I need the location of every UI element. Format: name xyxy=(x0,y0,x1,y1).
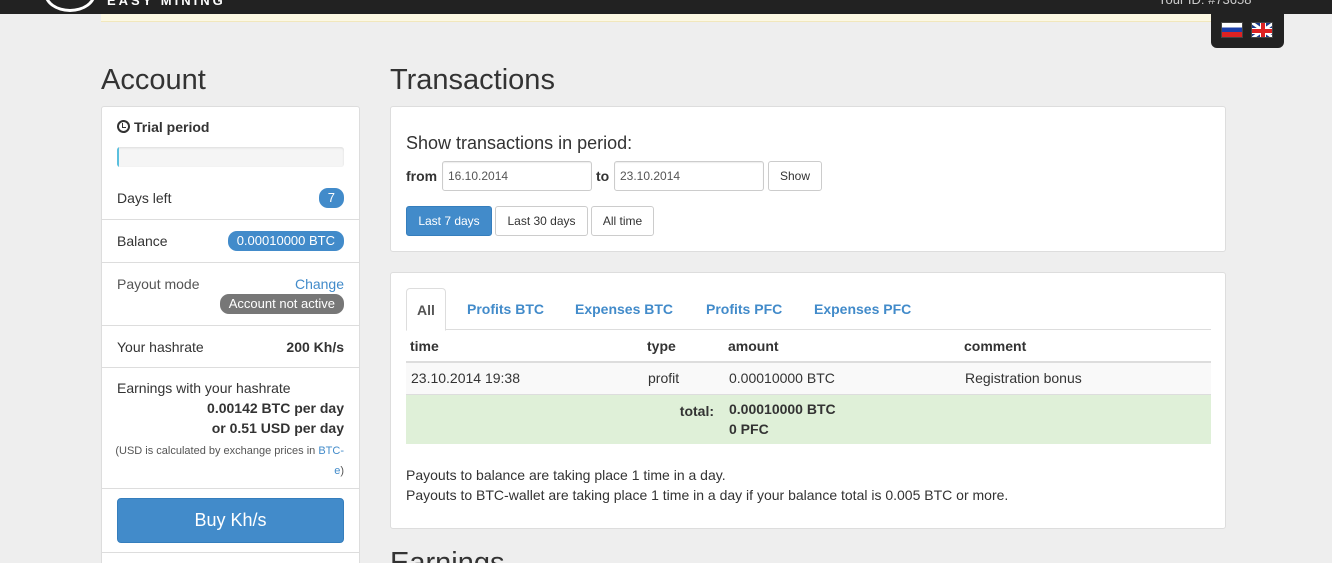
total-values: 0.00010000 BTC 0 PFC xyxy=(724,393,960,444)
payout-note-wallet: Payouts to BTC-wallet are taking place 1… xyxy=(406,487,1009,503)
days-left-badge: 7 xyxy=(318,188,344,208)
tab-expenses-btc[interactable]: Expenses BTC xyxy=(565,288,683,330)
user-id: Your ID: #73658 xyxy=(1158,0,1251,8)
cell-comment: Registration bonus xyxy=(960,361,1211,394)
brand-name[interactable]: EASY MINING xyxy=(107,0,226,9)
payout-note-balance: Payouts to balance are taking place 1 ti… xyxy=(406,467,726,483)
balance-badge: 0.00010000 BTC xyxy=(227,231,344,251)
top-navbar: EASY MINING Your ID: #73658 xyxy=(0,0,1332,14)
account-heading: Account xyxy=(101,64,206,96)
days-left-label: Days left xyxy=(117,190,172,206)
total-row: total: 0.00010000 BTC 0 PFC xyxy=(406,393,1211,444)
transactions-table: time type amount comment 23.10.2014 19:3… xyxy=(406,330,1211,444)
last-30-days-button[interactable]: Last 30 days xyxy=(495,206,588,236)
col-amount: amount xyxy=(724,330,960,363)
clock-icon xyxy=(117,120,130,133)
table-header-row: time type amount comment xyxy=(406,330,1211,363)
from-label: from xyxy=(406,168,438,184)
tab-profits-pfc[interactable]: Profits PFC xyxy=(696,288,792,330)
show-button[interactable]: Show xyxy=(768,161,822,191)
ru-flag-icon[interactable] xyxy=(1221,22,1243,38)
notice-strip xyxy=(101,14,1225,22)
col-type: type xyxy=(643,330,724,363)
account-panel: Trial period Days left 7 Balance 0.00010… xyxy=(101,106,360,563)
trial-progress-bar xyxy=(117,147,344,167)
exchange-note-suffix: ) xyxy=(340,465,344,477)
account-status-badge: Account not active xyxy=(219,294,344,314)
payout-mode-row: Payout mode Change Account not active xyxy=(102,263,359,326)
balance-label: Balance xyxy=(117,233,168,249)
earnings-btc-per-day: 0.00142 BTC per day xyxy=(207,400,344,416)
exchange-note: (USD is calculated by exchange prices in… xyxy=(114,441,344,481)
cell-time: 23.10.2014 19:38 xyxy=(406,361,643,394)
earnings-usd-per-day: or 0.51 USD per day xyxy=(211,420,344,436)
table-row: 23.10.2014 19:38 profit 0.00010000 BTC R… xyxy=(406,361,1211,394)
all-time-button[interactable]: All time xyxy=(591,206,654,236)
last-7-days-button[interactable]: Last 7 days xyxy=(406,206,492,236)
divider xyxy=(102,552,359,553)
exchange-note-prefix: (USD is calculated by exchange prices in xyxy=(115,445,319,457)
logo-icon[interactable] xyxy=(44,0,96,12)
hashrate-label: Your hashrate xyxy=(117,339,204,355)
trial-title: Trial period xyxy=(117,119,209,135)
trial-label: Trial period xyxy=(134,119,210,135)
period-title: Show transactions in period: xyxy=(406,133,633,153)
total-btc: 0.00010000 BTC xyxy=(729,401,836,418)
transactions-heading: Transactions xyxy=(390,64,555,96)
hashrate-value: 200 Kh/s xyxy=(286,339,344,355)
col-comment: comment xyxy=(960,330,1211,363)
to-label: to xyxy=(596,168,610,184)
col-time: time xyxy=(406,330,643,363)
uk-flag-icon[interactable] xyxy=(1251,22,1273,38)
tab-profits-btc[interactable]: Profits BTC xyxy=(457,288,554,330)
tab-expenses-pfc[interactable]: Expenses PFC xyxy=(804,288,921,330)
from-date-input[interactable] xyxy=(442,161,592,191)
transactions-panel: All Profits BTC Expenses BTC Profits PFC… xyxy=(390,272,1226,529)
language-switcher xyxy=(1211,14,1284,48)
tab-all[interactable]: All xyxy=(406,288,446,331)
payout-mode-label: Payout mode xyxy=(117,276,200,292)
trial-progress-fill xyxy=(117,147,120,167)
earnings-label: Earnings with your hashrate xyxy=(117,380,291,396)
payout-notes: Payouts to balance are taking place 1 ti… xyxy=(406,465,1008,505)
period-filter-panel: Show transactions in period: from to Sho… xyxy=(390,106,1226,252)
total-empty xyxy=(960,393,1211,444)
transaction-tabs: All Profits BTC Expenses BTC Profits PFC… xyxy=(406,288,1211,331)
trial-section: Trial period Days left 7 xyxy=(102,107,359,220)
cell-type: profit xyxy=(643,361,724,394)
payout-change-link[interactable]: Change xyxy=(295,276,344,292)
total-pfc: 0 PFC xyxy=(729,421,769,438)
balance-row: Balance 0.00010000 BTC xyxy=(102,220,359,263)
hashrate-row: Your hashrate 200 Kh/s xyxy=(102,326,359,368)
buy-khs-button[interactable]: Buy Kh/s xyxy=(117,498,344,543)
to-date-input[interactable] xyxy=(614,161,764,191)
earnings-heading: Earnings xyxy=(390,547,505,563)
earnings-row: Earnings with your hashrate 0.00142 BTC … xyxy=(102,368,359,489)
total-label: total: xyxy=(406,393,724,444)
cell-amount: 0.00010000 BTC xyxy=(724,361,960,394)
